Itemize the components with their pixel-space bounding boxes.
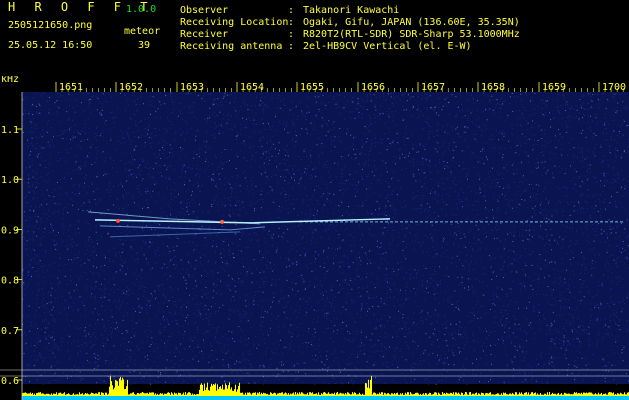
meteor-head — [220, 219, 224, 224]
info-value-receiver: R820T2(RTL-SDR) SDR-Sharp 53.1000MHz — [303, 29, 520, 40]
x-tick-label: 1651 — [59, 82, 83, 93]
y-tick-label: 1.1 — [1, 125, 19, 136]
info-value-observer: Takanori Kawachi — [303, 5, 400, 16]
y-tick-label: 0.7 — [1, 326, 19, 337]
header: H R O F F T 1.0.0 2505121650.png meteor … — [0, 0, 629, 76]
timestamp: 25.05.12 16:50 — [8, 40, 93, 51]
x-tick-label: 1652 — [119, 82, 143, 93]
x-tick-label: 1656 — [361, 82, 385, 93]
x-tick-label: 1659 — [542, 82, 566, 93]
x-tick-label: 1657 — [421, 82, 445, 93]
meteor-head — [116, 218, 120, 223]
info-colon: : — [288, 5, 295, 16]
x-tick-label: 1655 — [300, 82, 324, 93]
info-colon: : — [288, 41, 295, 52]
x-tick-label: 1654 — [240, 82, 264, 93]
spectrogram: 1651 1652 1653 1654 1655 1656 1657 1658 1659 1700… — [0, 76, 629, 400]
y-tick-label: 1.0 — [1, 175, 19, 186]
info-key-location: Receiving Location — [180, 17, 289, 28]
histogram-baseline — [22, 396, 629, 400]
info-colon: : — [288, 17, 295, 28]
y-unit-label: kHz — [1, 76, 19, 85]
info-value-location: Ogaki, Gifu, JAPAN (136.60E, 35.35N) — [303, 17, 520, 28]
app-version: 1.0.0 — [126, 4, 157, 15]
x-tick-label: 1658 — [481, 82, 505, 93]
noise-field — [22, 92, 629, 385]
noise-base — [22, 92, 629, 384]
meteor-label: meteor — [124, 26, 161, 37]
info-colon: : — [288, 29, 295, 40]
y-tick-label: 0.9 — [1, 225, 19, 236]
y-tick-label: 0.8 — [1, 276, 19, 287]
x-tick-label: 1653 — [180, 82, 204, 93]
info-key-antenna: Receiving antenna — [180, 41, 283, 52]
meteor-count: 39 — [138, 40, 151, 51]
file-name: 2505121650.png — [8, 20, 93, 31]
info-key-observer: Observer — [180, 5, 229, 16]
y-tick-label: 0.6 — [1, 376, 19, 387]
info-value-antenna: 2el-HB9CV Vertical (el. E-W) — [303, 41, 472, 52]
x-tick-label: 1700 — [602, 82, 626, 93]
info-key-receiver: Receiver — [180, 29, 229, 40]
